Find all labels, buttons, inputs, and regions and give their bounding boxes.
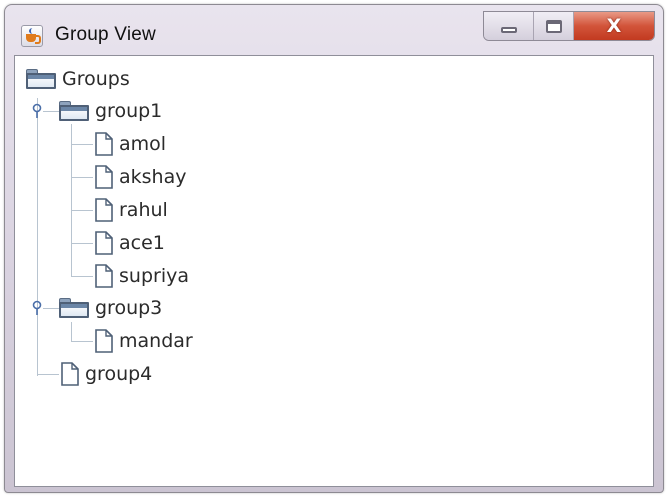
tree-leaf-ace1[interactable]: ace1	[95, 228, 165, 258]
folder-icon	[59, 298, 89, 318]
group-view-window: Group View X Groups group1 amol akshay r…	[4, 4, 664, 493]
folder-icon	[26, 69, 56, 89]
tree-node-label: rahul	[119, 199, 168, 221]
maximize-button[interactable]	[534, 12, 574, 40]
tree-node-label: Groups	[62, 68, 130, 90]
tree-leaf-supriya[interactable]: supriya	[95, 261, 189, 291]
file-icon	[95, 198, 113, 222]
expanded-handle-icon[interactable]	[32, 103, 42, 119]
tree-panel[interactable]: Groups group1 amol akshay rahul ace1 sup…	[14, 55, 654, 487]
tree-node-group4[interactable]: group4	[61, 359, 152, 389]
file-icon	[95, 132, 113, 156]
maximize-icon	[545, 19, 562, 33]
tree-node-label: amol	[119, 133, 167, 155]
tree-connector-line	[71, 243, 93, 244]
java-app-icon[interactable]	[21, 25, 43, 47]
tree-connector-line	[37, 98, 38, 376]
tree-node-label: mandar	[119, 330, 193, 352]
tree-node-label: ace1	[119, 232, 165, 254]
tree-connector-line	[71, 322, 72, 342]
tree-connector-line	[43, 111, 59, 112]
file-icon	[95, 231, 113, 255]
tree-connector-line	[71, 177, 93, 178]
tree-connector-line	[43, 308, 59, 309]
file-icon	[61, 362, 79, 386]
tree-leaf-akshay[interactable]: akshay	[95, 162, 186, 192]
tree-leaf-mandar[interactable]: mandar	[95, 326, 193, 356]
tree-node-label: group1	[95, 100, 163, 122]
tree-node-label: akshay	[119, 166, 187, 188]
tree-connector-line	[71, 210, 93, 211]
expanded-handle-icon[interactable]	[32, 300, 42, 316]
file-icon	[95, 329, 113, 353]
tree-node-label: group3	[95, 297, 163, 319]
close-icon: X	[606, 14, 622, 37]
tree-leaf-rahul[interactable]: rahul	[95, 195, 168, 225]
minimize-icon	[500, 27, 517, 33]
window-title: Group View	[55, 24, 156, 45]
window-controls: X	[483, 11, 655, 41]
minimize-button[interactable]	[484, 12, 534, 40]
tree-connector-line	[71, 124, 72, 276]
file-icon	[95, 264, 113, 288]
tree-leaf-amol[interactable]: amol	[95, 129, 166, 159]
tree-connector-line	[71, 144, 93, 145]
folder-icon	[59, 101, 89, 121]
file-icon	[95, 165, 113, 189]
tree-node-root[interactable]: Groups	[26, 64, 130, 94]
tree-connector-line	[71, 341, 93, 342]
title-bar[interactable]: Group View X	[5, 5, 663, 55]
tree-node-label: supriya	[119, 265, 189, 287]
tree-connector-line	[71, 276, 93, 277]
tree-node-group3[interactable]: group3	[59, 293, 162, 323]
tree-node-label: group4	[85, 363, 153, 385]
close-button[interactable]: X	[574, 12, 654, 40]
tree-node-group1[interactable]: group1	[59, 96, 162, 126]
tree-connector-line	[37, 374, 59, 375]
